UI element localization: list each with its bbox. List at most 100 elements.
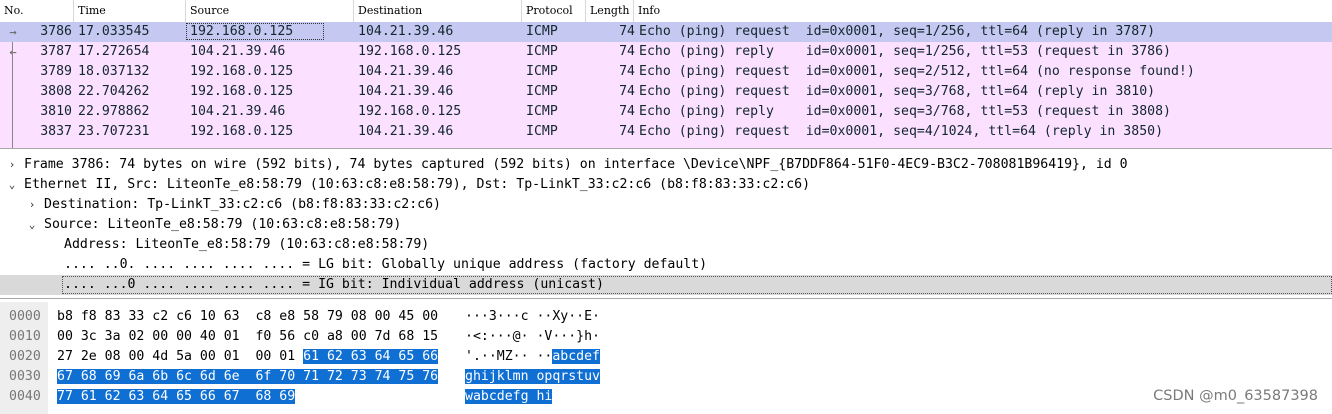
byte-offset: 0010 <box>9 329 41 344</box>
packet-no: 3837 <box>40 124 72 139</box>
packet-source: 104.21.39.46 <box>190 104 286 119</box>
packet-no: 3810 <box>40 104 72 119</box>
packet-destination: 104.21.39.46 <box>358 24 454 39</box>
detail-tree-item[interactable]: ⌄ Source: LiteonTe_e8:58:79 (10:63:c8:e8:… <box>0 215 1332 235</box>
packet-row[interactable]: 3810 22.978862 104.21.39.46 192.168.0.125 IC… <box>0 102 1332 122</box>
packet-info: Echo (ping) request id=0x0001, seq=2/512… <box>639 64 1195 79</box>
packet-source: 192.168.0.125 <box>190 84 294 99</box>
detail-tree-item[interactable]: .... ...0 .... .... .... .... = IG bit: … <box>0 275 1332 295</box>
detail-text: .... ..0. .... .... .... .... = LG bit: … <box>64 257 708 272</box>
hex-bytes-line[interactable]: b8 f8 83 33 c2 c6 10 63 c8 e8 58 79 08 0… <box>57 307 438 327</box>
packet-protocol: ICMP <box>526 84 558 99</box>
packet-length: 74 <box>619 104 635 119</box>
packet-destination: 104.21.39.46 <box>358 64 454 79</box>
detail-text: Destination: Tp-LinkT_33:c2:c6 (b8:f8:83… <box>44 197 441 212</box>
packet-info: Echo (ping) request id=0x0001, seq=1/256… <box>639 24 1156 39</box>
focus-outline <box>62 276 1332 294</box>
ascii-bytes-line[interactable]: wabcdefg hi <box>465 387 553 407</box>
detail-tree-item[interactable]: .... ..0. .... .... .... .... = LG bit: … <box>0 255 1332 275</box>
packet-protocol: ICMP <box>526 64 558 79</box>
related-packet-line <box>12 42 13 148</box>
detail-tree-item[interactable]: ⌄ Ethernet II, Src: LiteonTe_e8:58:79 (10… <box>0 175 1332 195</box>
byte-offset: 0040 <box>9 389 41 404</box>
ascii-bytes-line[interactable]: ghijklmn opqrstuv <box>465 367 600 387</box>
detail-text: Source: LiteonTe_e8:58:79 (10:63:c8:e8:5… <box>44 217 402 232</box>
packet-no: 3789 <box>40 64 72 79</box>
offset-column: 0000 0010 0020 0030 0040 <box>0 302 48 414</box>
detail-text: Frame 3786: 74 bytes on wire (592 bits),… <box>24 157 1128 172</box>
packet-protocol: ICMP <box>526 104 558 119</box>
packet-list-pane[interactable]: No. Time Source Destination Protocol Len… <box>0 0 1332 149</box>
packet-bytes-pane[interactable]: 0000 0010 0020 0030 0040 b8 f8 83 33 c2 c6 1… <box>0 302 1332 414</box>
ascii-bytes-selected: wabcdefg hi <box>465 389 553 404</box>
detail-tree-item[interactable]: › Frame 3786: 74 bytes on wire (592 bits)… <box>0 155 1332 175</box>
hex-bytes: b8 f8 83 33 c2 c6 10 63 c8 e8 58 79 08 0… <box>57 309 439 324</box>
column-header-destination[interactable]: Destination <box>354 0 522 22</box>
hex-bytes-selected: 77 61 62 63 64 65 66 67 68 69 <box>57 389 296 404</box>
expand-arrow-icon[interactable]: › <box>26 195 38 215</box>
packet-info: Echo (ping) request id=0x0001, seq=3/768… <box>639 84 1156 99</box>
column-header-length[interactable]: Length <box>586 0 634 22</box>
packet-no: 3808 <box>40 84 72 99</box>
packet-time: 22.704262 <box>78 84 150 99</box>
packet-length: 74 <box>619 84 635 99</box>
request-arrow-icon: → <box>9 25 17 39</box>
packet-row-partial[interactable] <box>0 142 1332 148</box>
ascii-bytes-line[interactable]: ·<:···@· ·V···}h· <box>465 327 600 347</box>
hex-bytes-selected: 61 62 63 64 65 66 <box>303 349 439 364</box>
column-header-source[interactable]: Source <box>186 0 354 22</box>
expand-arrow-icon[interactable]: › <box>6 155 18 175</box>
hex-bytes: 27 2e 08 00 4d 5a 00 01 00 01 <box>57 349 304 364</box>
packet-source: 192.168.0.125 <box>190 124 294 139</box>
detail-tree-item[interactable]: › Destination: Tp-LinkT_33:c2:c6 (b8:f8:8… <box>0 195 1332 215</box>
collapse-arrow-icon[interactable]: ⌄ <box>26 215 38 235</box>
packet-time: 23.707231 <box>78 124 150 139</box>
ascii-bytes-selected: abcdef <box>552 349 600 364</box>
packet-row[interactable]: 3786 17.033545 192.168.0.125 104.21.39.46 IC… <box>0 22 1332 42</box>
packet-info: Echo (ping) reply id=0x0001, seq=3/768, … <box>639 104 1171 119</box>
hex-bytes-line[interactable]: 27 2e 08 00 4d 5a 00 01 00 01 61 62 63 6… <box>57 347 439 367</box>
packet-destination: 192.168.0.125 <box>358 44 462 59</box>
packet-list-header: No. Time Source Destination Protocol Len… <box>0 0 1332 23</box>
detail-text: Address: LiteonTe_e8:58:79 (10:63:c8:e8:… <box>64 237 430 252</box>
ascii-bytes-selected: ghijklmn opqrstuv <box>465 369 600 384</box>
packet-row[interactable]: 3808 22.704262 192.168.0.125 104.21.39.46 IC… <box>0 82 1332 102</box>
ascii-bytes: ···3···c ··Xy··E· <box>465 309 600 324</box>
byte-offset: 0030 <box>9 369 41 384</box>
detail-text: Ethernet II, Src: LiteonTe_e8:58:79 (10:… <box>24 177 811 192</box>
packet-length: 74 <box>619 64 635 79</box>
packet-time: 17.033545 <box>78 24 150 39</box>
column-header-protocol[interactable]: Protocol <box>522 0 586 22</box>
watermark: CSDN @m0_63587398 <box>1153 388 1318 404</box>
hex-bytes-line[interactable]: 67 68 69 6a 6b 6c 6d 6e 6f 70 71 72 73 7… <box>57 367 439 387</box>
hex-bytes-line[interactable]: 00 3c 3a 02 00 00 40 01 f0 56 c0 a8 00 7… <box>57 327 438 347</box>
focus-outline <box>186 23 324 40</box>
column-header-time[interactable]: Time <box>74 0 186 22</box>
column-header-info[interactable]: Info <box>634 0 1332 22</box>
hex-bytes-line[interactable]: 77 61 62 63 64 65 66 67 68 69 <box>57 387 296 407</box>
packet-time: 22.978862 <box>78 104 150 119</box>
packet-length: 74 <box>619 44 635 59</box>
detail-tree-item[interactable]: Address: LiteonTe_e8:58:79 (10:63:c8:e8:… <box>0 235 1332 255</box>
collapse-arrow-icon[interactable]: ⌄ <box>6 175 18 195</box>
packet-row[interactable]: 3837 23.707231 192.168.0.125 104.21.39.46 IC… <box>0 122 1332 142</box>
ascii-bytes-line[interactable]: ···3···c ··Xy··E· <box>465 307 600 327</box>
packet-source: 104.21.39.46 <box>190 44 286 59</box>
packet-source: 192.168.0.125 <box>190 64 294 79</box>
packet-row[interactable]: 3789 18.037132 192.168.0.125 104.21.39.46 IC… <box>0 62 1332 82</box>
packet-length: 74 <box>619 124 635 139</box>
packet-destination: 104.21.39.46 <box>358 124 454 139</box>
packet-row[interactable]: 3787 17.272654 104.21.39.46 192.168.0.125 IC… <box>0 42 1332 62</box>
packet-destination: 192.168.0.125 <box>358 104 462 119</box>
packet-protocol: ICMP <box>526 44 558 59</box>
ascii-bytes-line[interactable]: '.··MZ·· ··abcdef <box>465 347 600 367</box>
detail-row-partial <box>0 296 1332 298</box>
packet-time: 17.272654 <box>78 44 150 59</box>
packet-time: 18.037132 <box>78 64 150 79</box>
packet-info: Echo (ping) request id=0x0001, seq=4/102… <box>639 124 1164 139</box>
hex-bytes-selected: 67 68 69 6a 6b 6c 6d 6e 6f 70 71 72 73 7… <box>57 369 439 384</box>
ascii-bytes: '.··MZ·· ·· <box>465 349 553 364</box>
packet-details-pane[interactable]: › Frame 3786: 74 bytes on wire (592 bits)… <box>0 152 1332 299</box>
column-header-no[interactable]: No. <box>0 0 74 22</box>
packet-length: 74 <box>619 24 635 39</box>
